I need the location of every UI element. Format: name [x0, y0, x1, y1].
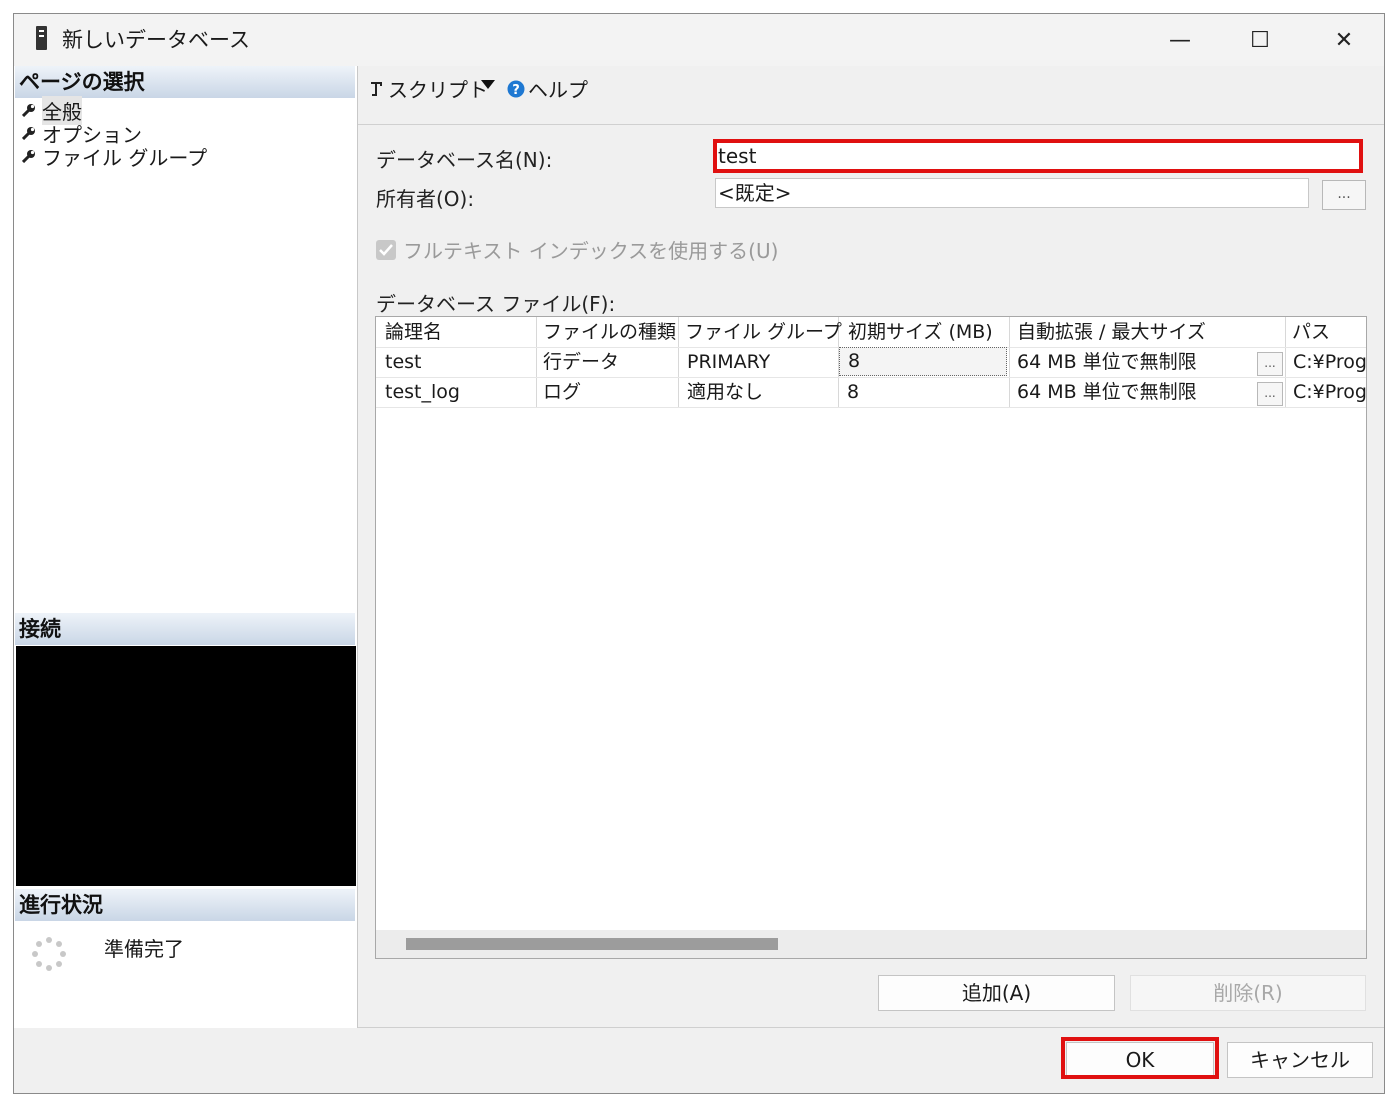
- db-name-input[interactable]: test: [715, 141, 1361, 171]
- cell-file-type[interactable]: 行データ: [543, 348, 619, 377]
- nav-item-label: ファイル グループ: [42, 145, 208, 170]
- scrollbar-thumb[interactable]: [406, 938, 778, 950]
- autogrowth-browse-button[interactable]: ...: [1257, 352, 1283, 376]
- page-select-header: ページの選択: [15, 66, 355, 98]
- nav-item-filegroups[interactable]: ファイル グループ: [22, 144, 208, 170]
- cell-filegroup[interactable]: 適用なし: [687, 378, 763, 407]
- owner-input[interactable]: <既定>: [715, 178, 1309, 208]
- cell-path[interactable]: C:¥Prog: [1293, 348, 1366, 377]
- close-icon: ✕: [1334, 27, 1354, 53]
- wrench-icon: [22, 127, 35, 140]
- db-name-label: データベース名(N):: [376, 148, 553, 172]
- col-header-autogrowth[interactable]: 自動拡張 / 最大サイズ: [1017, 318, 1206, 347]
- owner-label: 所有者(O):: [376, 187, 475, 211]
- close-button[interactable]: ✕: [1322, 22, 1366, 58]
- window-title: 新しいデータベース: [62, 28, 250, 52]
- cell-initial-size[interactable]: 8: [847, 378, 859, 407]
- cancel-button[interactable]: キャンセル: [1227, 1042, 1373, 1078]
- cell-file-type[interactable]: ログ: [543, 378, 581, 407]
- col-header-initial-size[interactable]: 初期サイズ (MB): [848, 318, 993, 347]
- minimize-button[interactable]: —: [1158, 22, 1202, 58]
- connection-header: 接続: [15, 613, 355, 645]
- db-files-label: データベース ファイル(F):: [376, 292, 616, 316]
- help-button[interactable]: ? ヘルプ: [507, 74, 588, 103]
- minimize-icon: —: [1169, 27, 1191, 53]
- fulltext-label: フルテキスト インデックスを使用する(U): [403, 239, 779, 263]
- col-header-filegroup[interactable]: ファイル グループ: [685, 318, 842, 347]
- owner-browse-button[interactable]: ...: [1322, 180, 1366, 210]
- progress-header: 進行状況: [15, 889, 355, 921]
- cell-autogrowth[interactable]: 64 MB 単位で無制限: [1017, 348, 1197, 377]
- col-header-path[interactable]: パス: [1292, 318, 1330, 347]
- ok-button[interactable]: OK: [1066, 1042, 1214, 1078]
- wrench-icon: [22, 150, 35, 163]
- cell-initial-size[interactable]: 8: [839, 347, 1007, 376]
- maximize-icon: ☐: [1250, 27, 1270, 53]
- app-icon: [36, 26, 47, 50]
- maximize-button[interactable]: ☐: [1238, 22, 1282, 58]
- cell-logical-name[interactable]: test_log: [385, 378, 460, 407]
- col-header-logical-name[interactable]: 論理名: [385, 318, 442, 347]
- cell-filegroup[interactable]: PRIMARY: [687, 348, 770, 377]
- footer-divider: [358, 1027, 1384, 1028]
- db-files-grid[interactable]: 論理名 ファイルの種類 ファイル グループ 初期サイズ (MB) 自動拡張 / …: [375, 316, 1367, 959]
- script-button[interactable]: スクリプト: [368, 74, 488, 103]
- cell-logical-name[interactable]: test: [385, 348, 422, 377]
- connection-panel: [16, 646, 356, 886]
- help-icon: ?: [507, 80, 525, 98]
- svg-text:?: ?: [512, 83, 520, 98]
- col-header-file-type[interactable]: ファイルの種類: [543, 318, 676, 347]
- horizontal-scrollbar[interactable]: [376, 930, 1366, 958]
- add-button[interactable]: 追加(A): [878, 975, 1115, 1011]
- remove-button[interactable]: 削除(R): [1130, 975, 1366, 1011]
- progress-status: 準備完了: [104, 937, 184, 961]
- cell-autogrowth[interactable]: 64 MB 単位で無制限: [1017, 378, 1197, 407]
- help-label: ヘルプ: [528, 78, 588, 102]
- script-label: スクリプト: [388, 78, 488, 102]
- script-icon: [371, 81, 382, 96]
- wrench-icon: [22, 104, 35, 117]
- spinner-icon: [32, 937, 66, 971]
- dropdown-arrow-icon[interactable]: [481, 80, 495, 90]
- cell-path[interactable]: C:¥Prog: [1293, 378, 1366, 407]
- checkbox-icon: [376, 239, 396, 260]
- autogrowth-browse-button[interactable]: ...: [1257, 382, 1283, 406]
- fulltext-checkbox[interactable]: フルテキスト インデックスを使用する(U): [375, 235, 778, 264]
